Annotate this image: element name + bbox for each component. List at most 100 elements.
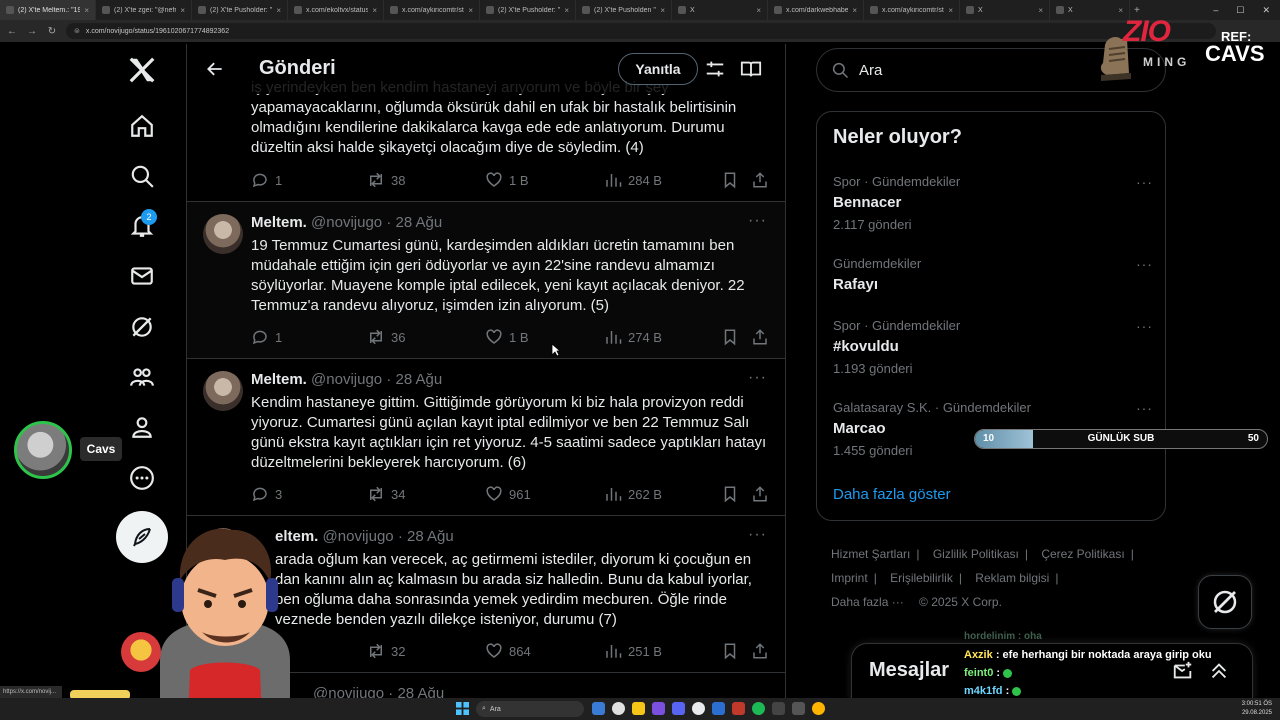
more-options-icon[interactable]: ··· <box>748 526 767 544</box>
close-tab-icon[interactable]: × <box>756 6 761 15</box>
author-handle[interactable]: @novijugo <box>311 214 382 231</box>
forward-nav-icon[interactable]: → <box>26 26 38 37</box>
browser-tab[interactable]: (2) X'te zgei: "@nefret × <box>96 0 192 20</box>
back-button[interactable] <box>201 55 229 83</box>
author-avatar[interactable] <box>203 214 243 254</box>
spotify-icon[interactable] <box>752 702 765 715</box>
bookmark-icon[interactable] <box>721 170 739 190</box>
close-tab-icon[interactable]: × <box>564 6 569 15</box>
new-tab-icon[interactable]: + <box>1134 5 1140 16</box>
author-handle[interactable]: @novijugo <box>323 528 394 545</box>
footer-link[interactable]: Erişilebilirlik <box>890 571 953 585</box>
repost-action[interactable]: 34 <box>367 484 405 504</box>
app-icon[interactable] <box>712 702 725 715</box>
filter-icon[interactable] <box>704 58 726 80</box>
reply-action[interactable]: 1 <box>251 327 282 347</box>
browser-tab[interactable]: x.com/aykiricomtr/stat × <box>384 0 480 20</box>
chrome-icon[interactable] <box>612 702 625 715</box>
close-tab-icon[interactable]: × <box>276 6 281 15</box>
reload-icon[interactable]: ↻ <box>46 26 58 37</box>
app-icon[interactable] <box>652 702 665 715</box>
show-more-link[interactable]: Daha fazla göster <box>833 486 951 503</box>
views-action[interactable]: 284 B <box>604 170 662 190</box>
reader-view-icon[interactable] <box>740 58 762 80</box>
trend-item[interactable]: Spor · Gündemdekiler Bennacer 2.117 gönd… <box>833 174 1153 232</box>
close-tab-icon[interactable]: × <box>468 6 473 15</box>
post-date[interactable]: · 28 Ağu <box>386 214 442 231</box>
share-icon[interactable] <box>751 484 769 504</box>
home-icon[interactable] <box>120 104 164 148</box>
more-options-icon[interactable]: ··· <box>748 369 767 387</box>
notifications-icon[interactable] <box>120 204 164 248</box>
close-tab-icon[interactable]: × <box>180 6 185 15</box>
grok-icon[interactable] <box>120 305 164 349</box>
close-tab-icon[interactable]: × <box>372 6 377 15</box>
discord-icon[interactable] <box>672 702 685 715</box>
views-action[interactable]: 274 B <box>604 327 662 347</box>
taskbar-clock[interactable]: 3:00:51 ÖS 29.08.2025 <box>1242 700 1272 718</box>
views-action[interactable]: 262 B <box>604 484 662 504</box>
grok-button[interactable] <box>1198 575 1252 629</box>
close-tab-icon[interactable]: × <box>1118 6 1123 15</box>
profile-icon[interactable] <box>120 405 164 449</box>
repost-action[interactable]: 38 <box>367 170 405 190</box>
footer-link[interactable]: Çerez Politikası <box>1041 547 1124 561</box>
trend-more-icon[interactable]: ··· <box>1136 174 1153 190</box>
minimize-icon[interactable]: – <box>1213 5 1218 15</box>
app-icon[interactable] <box>772 702 785 715</box>
communities-icon[interactable] <box>120 355 164 399</box>
app-icon[interactable] <box>692 702 705 715</box>
footer-more-link[interactable]: Daha fazla ··· <box>831 595 904 609</box>
app-icon[interactable] <box>812 702 825 715</box>
browser-tab[interactable]: X × <box>960 0 1050 20</box>
more-options-icon[interactable]: ··· <box>748 212 767 230</box>
url-field[interactable]: ⊜ x.com/novijugo/status/1961020671774892… <box>66 23 1216 39</box>
close-tab-icon[interactable]: × <box>660 6 665 15</box>
author-handle[interactable]: @novijugo <box>311 371 382 388</box>
app-icon[interactable] <box>792 702 805 715</box>
like-action[interactable]: 1 B <box>485 170 529 190</box>
taskbar-search[interactable]: ⌕ Ara <box>476 701 584 717</box>
app-icon[interactable] <box>732 702 745 715</box>
footer-link[interactable]: Imprint <box>831 571 868 585</box>
bookmark-icon[interactable] <box>721 327 739 347</box>
share-icon[interactable] <box>751 641 769 661</box>
back-nav-icon[interactable]: ← <box>6 26 18 37</box>
bookmark-icon[interactable] <box>721 641 739 661</box>
site-info-icon[interactable]: ⊜ <box>74 27 80 35</box>
browser-tab[interactable]: (2) X'te Pusholden "[p × <box>576 0 672 20</box>
footer-link[interactable]: Hizmet Şartları <box>831 547 910 561</box>
maximize-icon[interactable]: ☐ <box>1236 5 1244 16</box>
reply-action[interactable]: 3 <box>251 484 282 504</box>
share-icon[interactable] <box>751 327 769 347</box>
bookmark-icon[interactable] <box>721 484 739 504</box>
share-icon[interactable] <box>751 170 769 190</box>
messages-icon[interactable] <box>120 254 164 298</box>
search-icon[interactable] <box>120 154 164 198</box>
like-action[interactable]: 1 B <box>485 327 529 347</box>
trend-item[interactable]: Gündemdekiler Rafayı ··· <box>833 256 1153 293</box>
browser-tab[interactable]: (2) X'te Pusholder: "M × <box>192 0 288 20</box>
repost-action[interactable]: 36 <box>367 327 405 347</box>
folder-icon[interactable] <box>632 702 645 715</box>
repost-action[interactable]: 32 <box>367 641 405 661</box>
author-name[interactable]: Meltem. <box>251 371 307 388</box>
start-icon[interactable] <box>456 702 469 715</box>
close-tab-icon[interactable]: × <box>84 6 89 15</box>
like-action[interactable]: 864 <box>485 641 531 661</box>
reply-action[interactable]: 1 <box>251 170 282 190</box>
close-window-icon[interactable]: ✕ <box>1262 5 1270 16</box>
trend-item[interactable]: Spor · Gündemdekiler #kovuldu 1.193 gönd… <box>833 318 1153 376</box>
browser-tab[interactable]: x.com/darkwebhaber × <box>768 0 864 20</box>
footer-link[interactable]: Reklam bilgisi <box>975 571 1049 585</box>
browser-tab[interactable]: (2) X'te Pusholder: "Bu× <box>480 0 576 20</box>
author-name[interactable]: Meltem. <box>251 214 307 231</box>
reply-button[interactable]: Yanıtla <box>618 53 698 85</box>
post-date[interactable]: · 28 Ağu <box>398 528 454 545</box>
app-icon[interactable] <box>592 702 605 715</box>
author-avatar[interactable] <box>203 371 243 411</box>
views-action[interactable]: 251 B <box>604 641 662 661</box>
x-logo-icon[interactable] <box>120 48 164 92</box>
like-action[interactable]: 961 <box>485 484 531 504</box>
footer-link[interactable]: Gizlilik Politikası <box>933 547 1019 561</box>
